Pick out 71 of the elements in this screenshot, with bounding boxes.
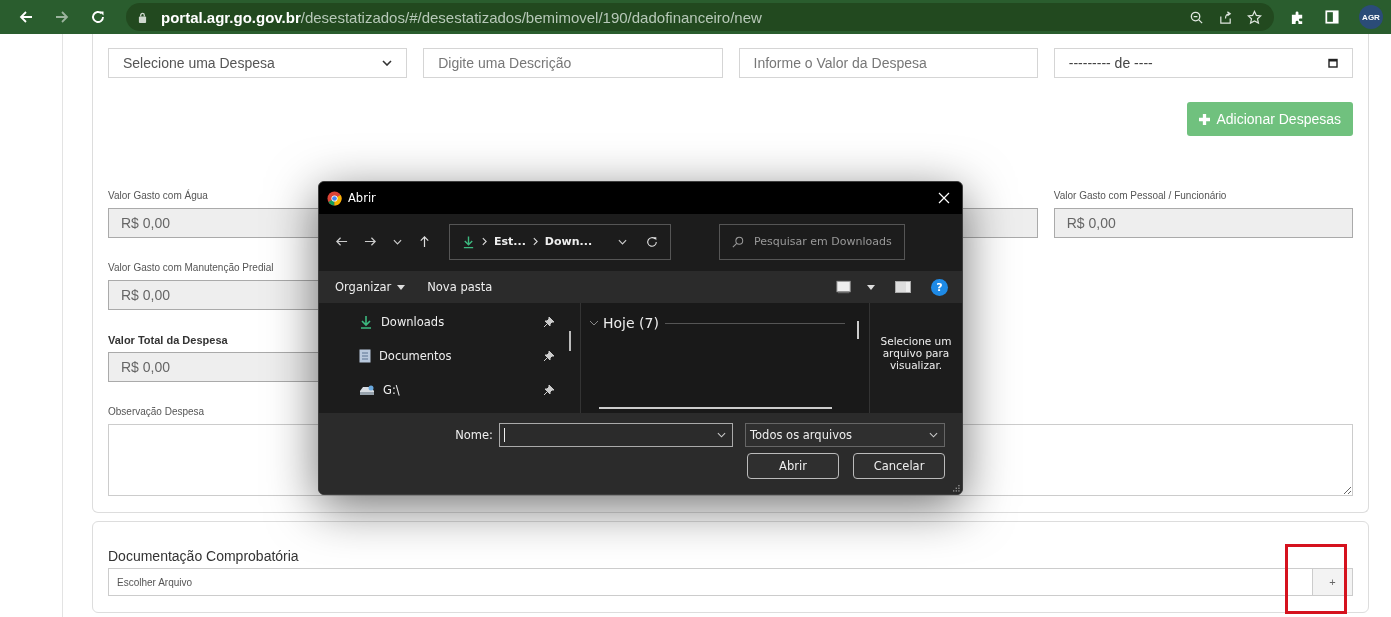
profile-avatar[interactable]: AGR: [1359, 5, 1383, 29]
side-panel-icon[interactable]: [1325, 10, 1339, 24]
folder-item[interactable]: G:\: [359, 379, 580, 400]
amount-field: R$ 0,00: [1053, 208, 1353, 238]
download-icon: [462, 234, 475, 249]
organize-menu[interactable]: Organizar: [331, 280, 410, 294]
scrollbar[interactable]: [857, 321, 859, 339]
chevron-down-icon: [382, 60, 393, 66]
resize-grip-icon[interactable]: [953, 485, 960, 492]
plus-icon: [1199, 113, 1211, 125]
dialog-title: Abrir: [348, 191, 376, 205]
preview-hint: Selecione um arquivo para visualizar.: [879, 335, 953, 371]
expense-select[interactable]: Selecione uma Despesa: [108, 48, 408, 78]
field-label: Valor Gasto com Manutenção Predial: [108, 262, 274, 274]
new-folder-button[interactable]: Nova pasta: [423, 280, 497, 294]
view-icon[interactable]: [836, 280, 853, 294]
close-icon[interactable]: [938, 192, 950, 204]
date-field[interactable]: --------- de ----: [1053, 48, 1353, 78]
download-icon: [359, 314, 373, 329]
drive-icon: [359, 383, 375, 396]
file-input[interactable]: Escolher Arquivo +: [108, 568, 1353, 596]
address-bar[interactable]: portal.agr.go.gov.br/desestatizados/#/desestatizados/bemimovel/190/dadofinanceiro/new: [126, 3, 1274, 31]
chevron-right-icon: [532, 237, 538, 246]
back-icon[interactable]: [18, 9, 34, 25]
scrollbar[interactable]: [569, 331, 571, 351]
section-title: Documentação Comprobatória: [108, 548, 300, 564]
puzzle-icon[interactable]: [1290, 9, 1305, 25]
caret-icon: [397, 284, 406, 290]
filename-field[interactable]: [499, 423, 733, 447]
app-icon: [327, 190, 342, 206]
document-icon: [359, 348, 371, 363]
description-field[interactable]: Digite uma Descrição: [423, 48, 723, 78]
star-icon[interactable]: [1247, 9, 1262, 25]
search-icon: [732, 235, 744, 248]
field-label: Nome:: [455, 428, 493, 442]
field-label: Valor Total da Despesa: [108, 334, 228, 346]
back-icon[interactable]: [335, 235, 348, 248]
chevron-down-icon[interactable]: [393, 238, 402, 245]
breadcrumb-item[interactable]: Down...: [544, 235, 593, 248]
chevron-down-icon: [717, 432, 726, 438]
caret-icon[interactable]: [867, 284, 875, 290]
field-label: Valor Gasto com Pessoal / Funcionário: [1053, 190, 1227, 202]
forward-icon[interactable]: [364, 235, 377, 248]
reload-icon[interactable]: [90, 9, 106, 25]
chevron-down-icon[interactable]: [618, 238, 627, 245]
help-button[interactable]: ?: [931, 278, 948, 296]
cancel-button[interactable]: Cancelar: [853, 453, 945, 479]
pin-icon[interactable]: [544, 316, 554, 327]
field-label: Valor Gasto com Água: [108, 190, 208, 202]
file-type-dropdown[interactable]: Todos os arquivos: [745, 423, 945, 447]
field-label: Observação Despesa: [108, 406, 205, 418]
chevron-down-icon: [929, 432, 938, 438]
scrollbar[interactable]: [599, 407, 832, 409]
add-file-button[interactable]: +: [1312, 569, 1352, 595]
folder-item[interactable]: Downloads: [359, 311, 580, 332]
pin-icon[interactable]: [544, 384, 554, 395]
zoom-out-icon[interactable]: [1189, 9, 1204, 25]
lock-icon: [138, 11, 147, 23]
url-text: portal.agr.go.gov.br/desestatizados/#/desestatizados/bemimovel/190/dadofinanceiro/new: [161, 8, 762, 26]
refresh-icon[interactable]: [646, 235, 658, 248]
open-button[interactable]: Abrir: [747, 453, 839, 479]
calendar-icon[interactable]: [1328, 58, 1338, 68]
search-field[interactable]: Pesquisar em Downloads: [719, 223, 905, 260]
group-header[interactable]: Hoje (7): [589, 315, 659, 331]
share-icon[interactable]: [1218, 9, 1233, 25]
amount-field[interactable]: Informe o Valor da Despesa: [738, 48, 1038, 78]
chevron-right-icon: [482, 237, 487, 246]
address-bar[interactable]: Est... Down...: [449, 223, 671, 260]
breadcrumb-item[interactable]: Est...: [494, 235, 526, 248]
up-arrow-icon[interactable]: [418, 235, 431, 248]
pin-icon[interactable]: [544, 350, 554, 361]
